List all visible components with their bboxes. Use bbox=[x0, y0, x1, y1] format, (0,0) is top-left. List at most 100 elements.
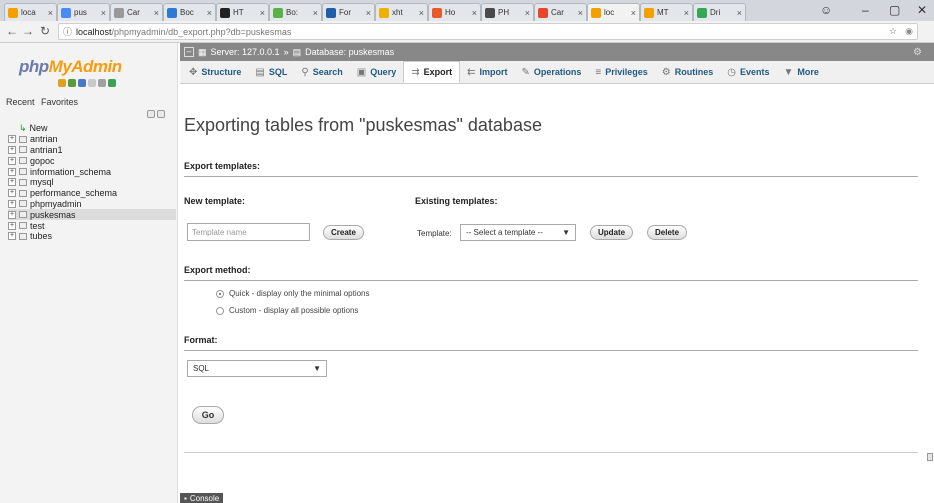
reload-nav-icon[interactable] bbox=[108, 79, 116, 87]
database-item[interactable]: + performance_schema bbox=[8, 188, 176, 199]
expand-icon[interactable]: + bbox=[8, 210, 16, 219]
database-item[interactable]: + phpmyadmin bbox=[8, 199, 176, 210]
delete-button[interactable]: Delete bbox=[647, 225, 688, 240]
logout-icon[interactable] bbox=[68, 79, 76, 87]
tab-close-icon[interactable]: × bbox=[101, 8, 106, 18]
go-button[interactable]: Go bbox=[192, 406, 224, 424]
browser-tab[interactable]: HT × bbox=[216, 3, 269, 21]
new-database-item[interactable]: ↳ New bbox=[8, 123, 176, 134]
browser-tab[interactable]: pus × bbox=[57, 3, 110, 21]
database-item[interactable]: + gopoc bbox=[8, 155, 176, 166]
tab-close-icon[interactable]: × bbox=[154, 8, 159, 18]
tab-label: SQL bbox=[268, 67, 288, 77]
tab-events[interactable]: ◷ Events bbox=[720, 61, 776, 83]
expand-icon[interactable]: + bbox=[8, 189, 16, 198]
database-item[interactable]: + antrian1 bbox=[8, 145, 176, 156]
database-item[interactable]: + antrian bbox=[8, 134, 176, 145]
tab-query[interactable]: ▣ Query bbox=[350, 61, 403, 83]
browser-tab[interactable]: Car × bbox=[110, 3, 163, 21]
browser-tab[interactable]: For × bbox=[322, 3, 375, 21]
tab-routines[interactable]: ⚙ Routines bbox=[655, 61, 720, 83]
browser-tab[interactable]: PH × bbox=[481, 3, 534, 21]
browser-tab[interactable]: Boc × bbox=[163, 3, 216, 21]
format-select[interactable]: SQL ▼ bbox=[187, 360, 327, 377]
link-with-main-icon[interactable] bbox=[157, 110, 165, 118]
tab-close-icon[interactable]: × bbox=[472, 8, 477, 18]
expand-icon[interactable]: + bbox=[8, 178, 16, 187]
tab-more[interactable]: ▼ More bbox=[777, 61, 826, 83]
tab-export[interactable]: ⇉ Export bbox=[403, 61, 461, 83]
tab-close-icon[interactable]: × bbox=[48, 8, 53, 18]
browser-tab[interactable]: Bo: × bbox=[269, 3, 322, 21]
bookmark-star-icon[interactable]: ☆ bbox=[889, 26, 897, 37]
tab-structure[interactable]: ✥ Structure bbox=[182, 61, 248, 83]
tab-close-icon[interactable]: × bbox=[313, 8, 318, 18]
database-icon bbox=[19, 157, 27, 165]
template-select[interactable]: -- Select a template -- ▼ bbox=[460, 224, 576, 241]
tab-search[interactable]: ⚲ Search bbox=[294, 61, 349, 83]
expand-icon[interactable]: + bbox=[8, 145, 16, 154]
back-icon[interactable]: ← bbox=[6, 24, 18, 38]
tab-close-icon[interactable]: × bbox=[366, 8, 371, 18]
collapse-all-icon[interactable] bbox=[147, 110, 155, 118]
tab-close-icon[interactable]: × bbox=[260, 8, 265, 18]
tab-privileges[interactable]: ≡ Privileges bbox=[588, 61, 654, 83]
forward-icon[interactable]: → bbox=[22, 24, 34, 38]
scroll-toggle-icon[interactable] bbox=[927, 453, 933, 461]
breadcrumb-server[interactable]: Server: 127.0.0.1 bbox=[211, 47, 280, 57]
method-quick-radio[interactable]: Quick - display only the minimal options bbox=[216, 289, 370, 298]
browser-tab[interactable]: loc × bbox=[587, 3, 640, 21]
tab-title: loca bbox=[21, 8, 36, 17]
browser-tab[interactable]: loca × bbox=[4, 3, 57, 21]
tab-close-icon[interactable]: × bbox=[525, 8, 530, 18]
tab-close-icon[interactable]: × bbox=[631, 8, 636, 18]
database-item[interactable]: + information_schema bbox=[8, 166, 176, 177]
tab-sql[interactable]: ▤ SQL bbox=[248, 61, 294, 83]
console-toggle[interactable]: ▪ Console bbox=[180, 493, 224, 503]
database-item[interactable]: + tubes bbox=[8, 231, 176, 242]
settings-icon[interactable] bbox=[98, 79, 106, 87]
maximize-icon[interactable]: ▢ bbox=[889, 3, 900, 17]
update-button[interactable]: Update bbox=[590, 225, 634, 240]
expand-icon[interactable]: + bbox=[8, 135, 16, 144]
browser-tab[interactable]: Car × bbox=[534, 3, 587, 21]
tab-close-icon[interactable]: × bbox=[737, 8, 742, 18]
expand-icon[interactable]: + bbox=[8, 199, 16, 208]
expand-icon[interactable]: + bbox=[8, 156, 16, 165]
expand-icon[interactable]: + bbox=[8, 232, 16, 241]
template-name-input[interactable] bbox=[187, 223, 310, 241]
database-item[interactable]: + mysql bbox=[8, 177, 176, 188]
database-item[interactable]: + test bbox=[8, 220, 176, 231]
tab-favicon-icon bbox=[591, 7, 601, 18]
docs-icon[interactable] bbox=[88, 79, 96, 87]
close-window-icon[interactable]: ✕ bbox=[917, 3, 927, 17]
favorites-link[interactable]: Favorites bbox=[41, 97, 78, 107]
page-settings-icon[interactable]: ⚙ bbox=[913, 47, 922, 58]
browser-tab[interactable]: xht × bbox=[375, 3, 428, 21]
tab-operations[interactable]: ✎ Operations bbox=[515, 61, 589, 83]
extension-icon[interactable]: ◉ bbox=[905, 26, 913, 37]
recent-link[interactable]: Recent bbox=[6, 97, 35, 107]
phpmyadmin-logo[interactable]: phpMyAdmin bbox=[19, 57, 122, 77]
tab-close-icon[interactable]: × bbox=[578, 8, 583, 18]
expand-icon[interactable]: + bbox=[8, 221, 16, 230]
query-window-icon[interactable] bbox=[78, 79, 86, 87]
collapse-nav-icon[interactable]: – bbox=[184, 47, 194, 57]
browser-tab[interactable]: Dri × bbox=[693, 3, 746, 21]
home-icon[interactable] bbox=[58, 79, 66, 87]
reload-icon[interactable]: ↻ bbox=[40, 24, 50, 38]
minimize-icon[interactable]: – bbox=[862, 3, 869, 17]
tab-import[interactable]: ⇇ Import bbox=[460, 61, 514, 83]
url-input[interactable]: ⓘ localhost/phpmyadmin/db_export.php?db=… bbox=[58, 23, 918, 40]
browser-tab[interactable]: MT × bbox=[640, 3, 693, 21]
method-custom-radio[interactable]: Custom - display all possible options bbox=[216, 306, 358, 315]
profile-icon[interactable]: ☺ bbox=[820, 3, 832, 17]
browser-tab[interactable]: Ho × bbox=[428, 3, 481, 21]
expand-icon[interactable]: + bbox=[8, 167, 16, 176]
tab-close-icon[interactable]: × bbox=[684, 8, 689, 18]
tab-close-icon[interactable]: × bbox=[419, 8, 424, 18]
create-button[interactable]: Create bbox=[323, 225, 364, 240]
breadcrumb-database[interactable]: Database: puskesmas bbox=[305, 47, 394, 57]
tab-close-icon[interactable]: × bbox=[207, 8, 212, 18]
database-item[interactable]: + puskesmas bbox=[8, 209, 176, 221]
